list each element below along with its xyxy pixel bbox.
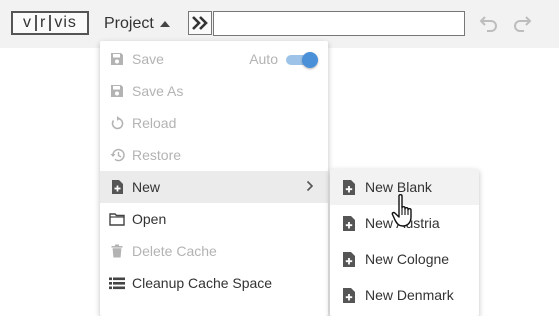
menu-item-label: Reload [132, 115, 177, 131]
autosave-toggle[interactable] [286, 52, 318, 68]
autosave-control: Auto [249, 51, 318, 68]
menu-item-save-as[interactable]: Save As [100, 75, 328, 107]
vrvis-logo: v r vis [11, 11, 89, 35]
command-input[interactable] [213, 11, 465, 36]
menu-item-label: Save [132, 51, 164, 67]
menu-item-open[interactable]: Open [100, 203, 328, 235]
new-file-icon [109, 179, 125, 195]
submenu-item-new-blank[interactable]: New Blank [330, 169, 479, 205]
caret-up-icon [159, 21, 170, 27]
command-prompt-button[interactable] [188, 11, 212, 35]
folder-icon [109, 211, 125, 227]
menu-item-reload[interactable]: Reload [100, 107, 328, 139]
menu-item-label: Delete Cache [132, 243, 217, 259]
submenu-item-new-denmark[interactable]: New Denmark [330, 277, 479, 313]
restore-icon [109, 147, 125, 163]
list-icon [109, 275, 125, 291]
autosave-label: Auto [249, 51, 278, 67]
logo-letter-r: r [40, 14, 47, 31]
save-as-icon [109, 83, 125, 99]
submenu-item-label: New Denmark [365, 287, 454, 303]
new-file-icon [341, 178, 357, 196]
submenu-item-label: New Blank [365, 179, 432, 195]
submenu-item-new-cologne[interactable]: New Cologne [330, 241, 479, 277]
logo-letter-v: v [23, 14, 33, 31]
new-file-icon [341, 214, 357, 232]
menu-item-label: Cleanup Cache Space [132, 275, 273, 291]
menu-item-cleanup-cache-space[interactable]: Cleanup Cache Space [100, 267, 328, 299]
chevron-right-icon [306, 180, 314, 192]
menu-item-label: Restore [132, 147, 182, 163]
undo-icon[interactable] [477, 12, 499, 34]
trash-icon [109, 243, 125, 259]
menu-item-label: New [132, 179, 161, 195]
new-file-icon [341, 250, 357, 268]
menu-item-restore[interactable]: Restore [100, 139, 328, 171]
project-menu-label: Project [104, 15, 154, 32]
menu-item-label: Save As [132, 83, 184, 99]
chevron-double-right-icon [192, 16, 208, 30]
project-menu-button[interactable]: Project [104, 13, 170, 35]
redo-icon[interactable] [512, 12, 534, 34]
save-icon [109, 51, 125, 67]
menu-item-new[interactable]: New [100, 171, 328, 203]
submenu-item-label: New Cologne [365, 251, 450, 267]
menu-item-save[interactable]: Save Auto [100, 43, 328, 75]
menu-item-delete-cache[interactable]: Delete Cache [100, 235, 328, 267]
submenu-item-new-austria[interactable]: New Austria [330, 205, 479, 241]
project-dropdown-menu: Save Auto Save As Reload Restore New Ope… [100, 41, 328, 316]
new-project-submenu: New Blank New Austria New Cologne New De… [330, 169, 479, 316]
reload-icon [109, 115, 125, 131]
submenu-item-label: New Austria [365, 215, 440, 231]
menu-item-label: Open [132, 211, 167, 227]
new-file-icon [341, 286, 357, 304]
logo-letters-vis: vis [54, 14, 77, 31]
